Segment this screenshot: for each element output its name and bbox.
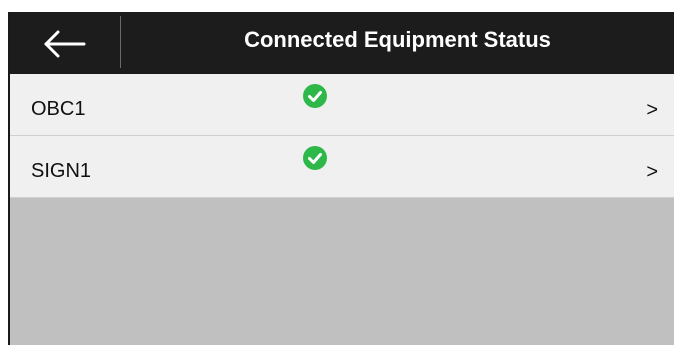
equipment-name: SIGN1: [31, 160, 92, 182]
equipment-row-sign1[interactable]: SIGN1 >: [10, 136, 674, 198]
chevron-right-icon: >: [646, 161, 658, 183]
equipment-list: OBC1 > SIGN1 >: [10, 74, 674, 198]
arrow-left-icon: [44, 30, 86, 58]
equipment-status-screen: Connected Equipment Status OBC1 > SIGN1 …: [8, 12, 674, 345]
check-circle-icon: [303, 84, 327, 108]
equipment-name: OBC1: [31, 98, 86, 120]
check-circle-icon: [303, 146, 327, 170]
page-title: Connected Equipment Status: [244, 27, 551, 52]
back-button[interactable]: [36, 24, 92, 64]
chevron-right-icon: >: [646, 99, 658, 121]
header-bar: Connected Equipment Status: [10, 12, 674, 74]
equipment-row-obc1[interactable]: OBC1 >: [10, 74, 674, 136]
